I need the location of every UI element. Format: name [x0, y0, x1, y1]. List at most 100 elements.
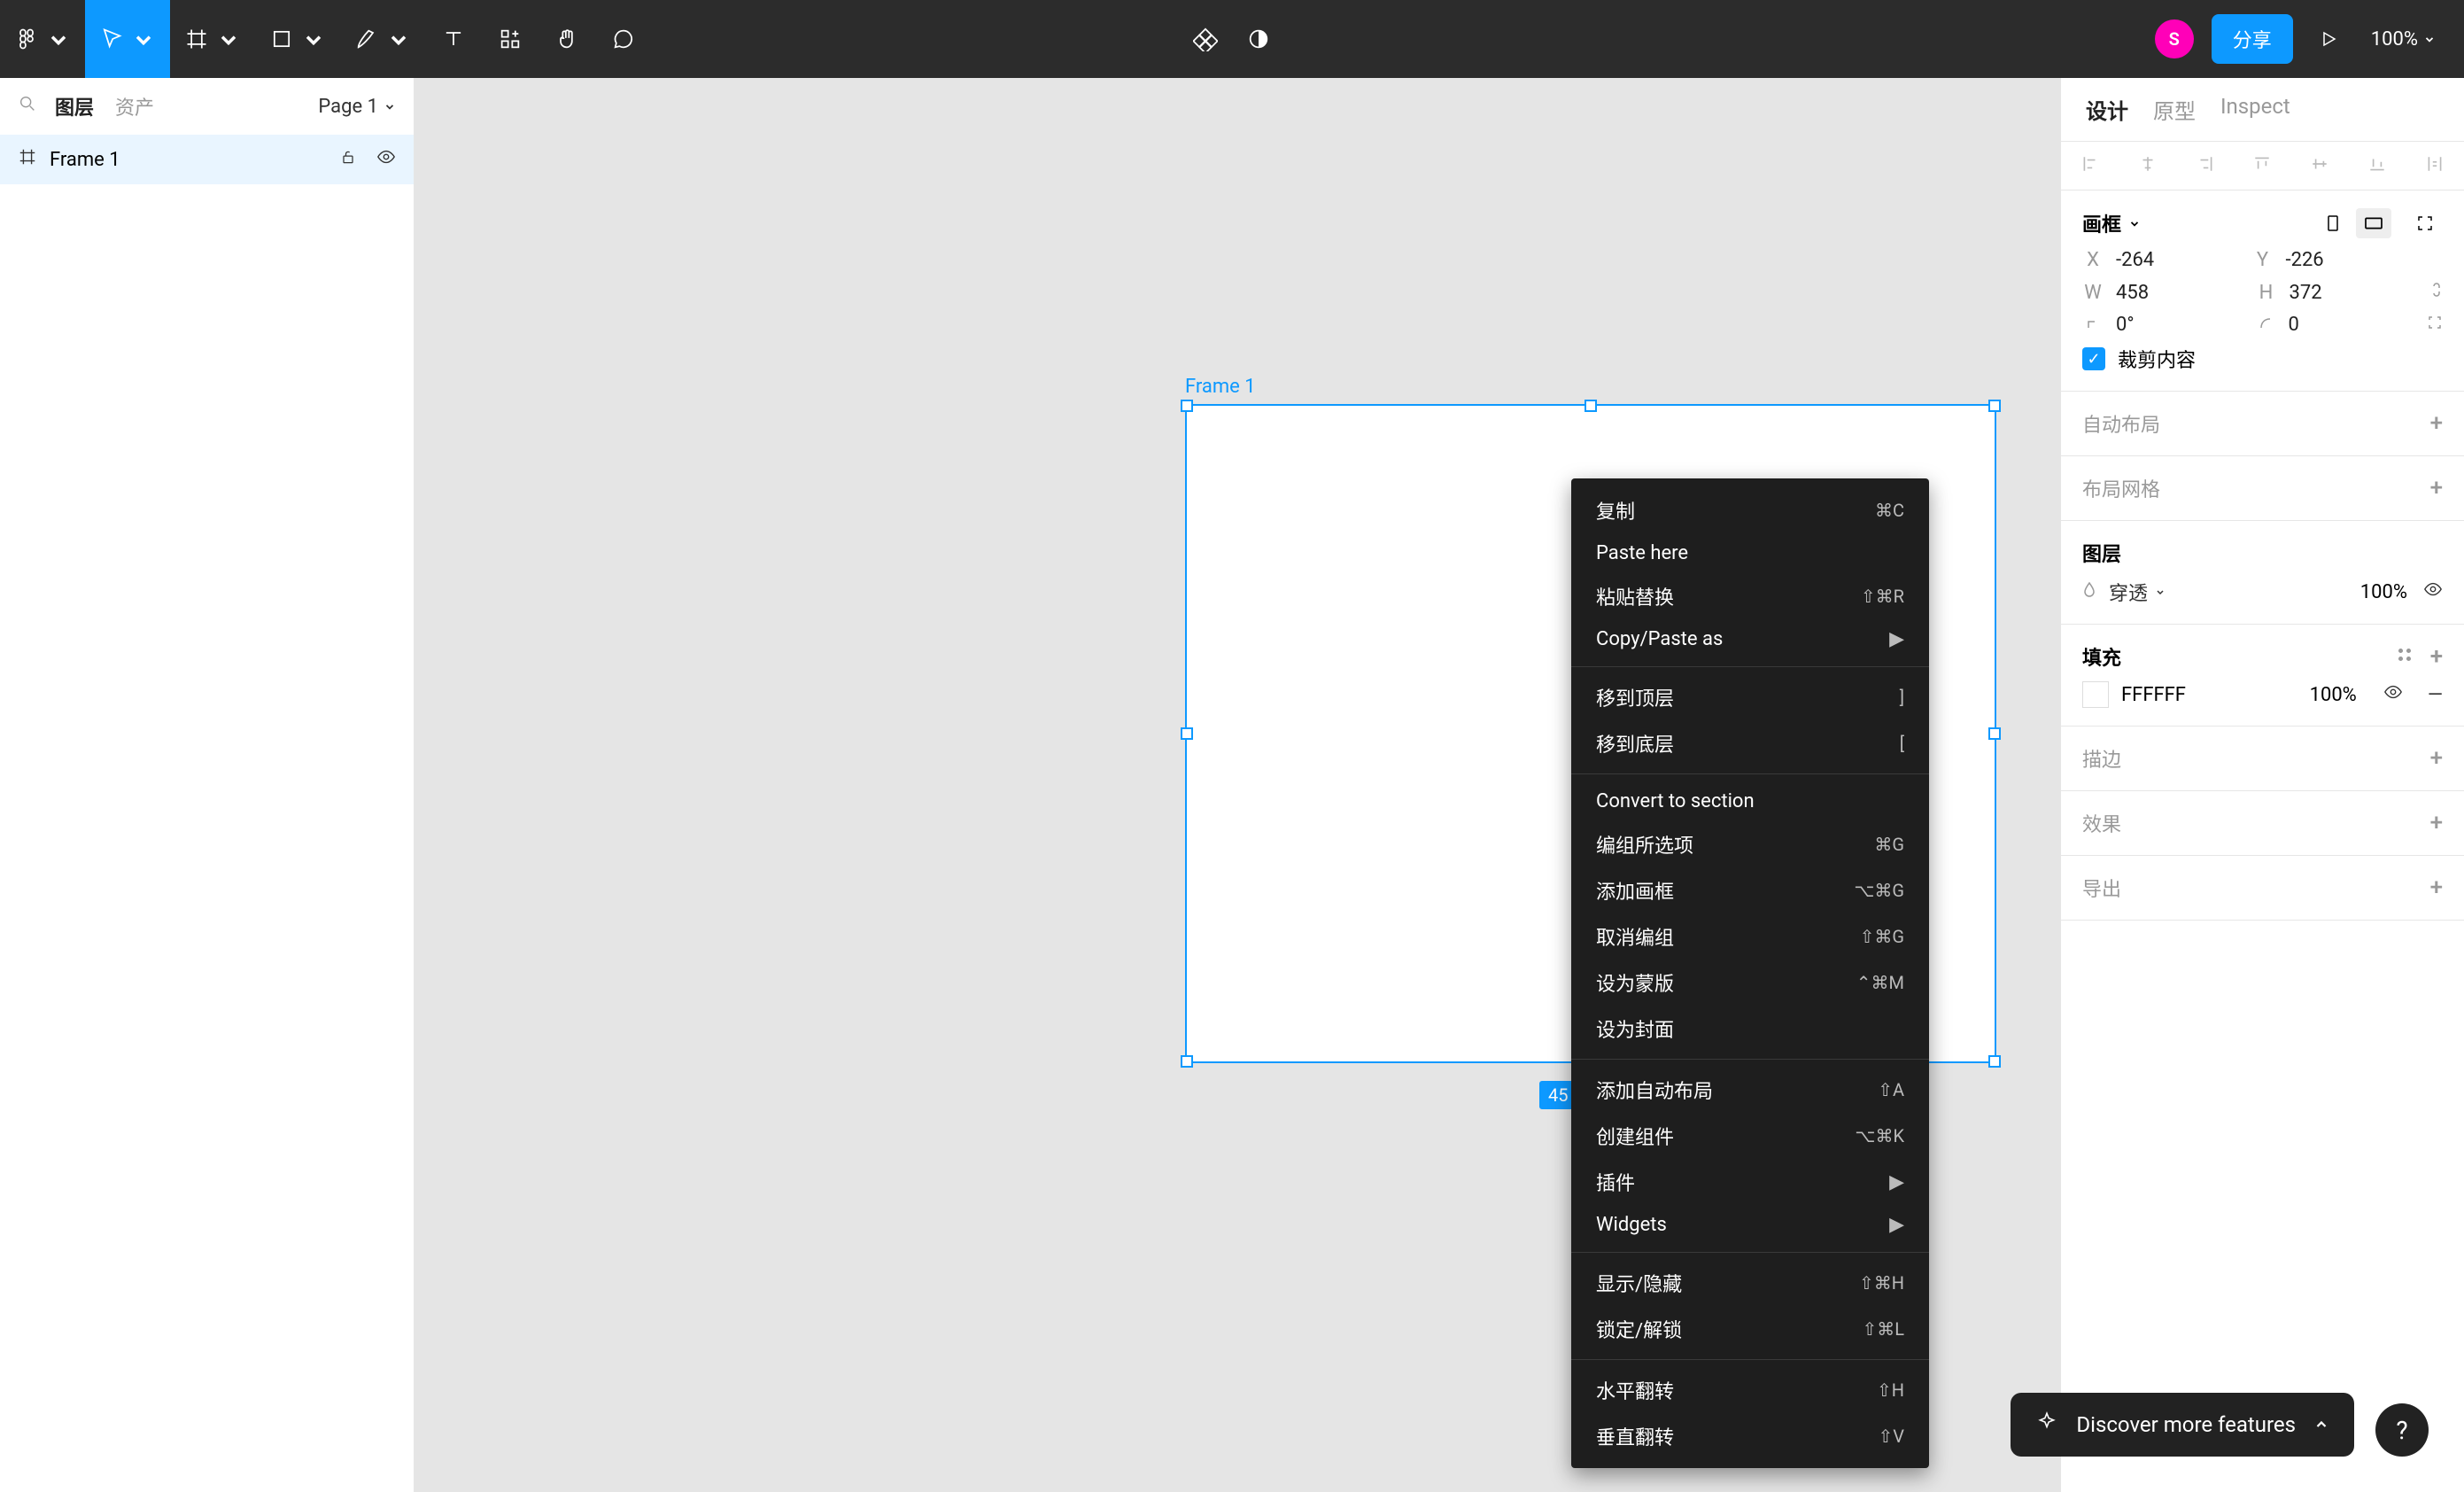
fill-visibility-icon[interactable]	[2383, 682, 2403, 707]
context-menu-item[interactable]: Convert to section	[1571, 781, 1929, 821]
context-menu-item[interactable]: 添加画框⌥⌘G	[1571, 867, 1929, 913]
text-tool-button[interactable]	[425, 0, 482, 78]
search-icon[interactable]	[18, 94, 37, 119]
layer-row[interactable]: Frame 1	[0, 135, 414, 184]
tab-prototype[interactable]: 原型	[2153, 94, 2196, 125]
context-menu-item[interactable]: 取消编组⇧⌘G	[1571, 913, 1929, 960]
context-menu-item[interactable]: 移到顶层]	[1571, 674, 1929, 720]
context-menu-item[interactable]: 水平翻转⇧H	[1571, 1367, 1929, 1413]
x-input[interactable]: -264	[2116, 249, 2154, 271]
move-tool-button[interactable]	[85, 0, 170, 78]
discover-banner[interactable]: Discover more features	[2011, 1393, 2354, 1457]
pen-tool-button[interactable]	[340, 0, 425, 78]
tab-assets[interactable]: 资产	[115, 92, 154, 120]
blend-mode-dropdown[interactable]: 穿透	[2109, 578, 2166, 606]
context-menu-item[interactable]: 显示/隐藏⇧⌘H	[1571, 1260, 1929, 1306]
align-right-icon[interactable]	[2196, 154, 2215, 177]
context-menu-item[interactable]: 添加自动布局⇧A	[1571, 1067, 1929, 1113]
context-menu-item[interactable]: Copy/Paste as ▶	[1571, 619, 1929, 659]
radius-input[interactable]: 0	[2289, 314, 2299, 336]
comment-tool-button[interactable]	[595, 0, 652, 78]
frame-label[interactable]: Frame 1	[1185, 376, 1256, 398]
main-menu-button[interactable]	[0, 0, 85, 78]
resources-tool-button[interactable]	[482, 0, 539, 78]
h-input[interactable]: 372	[2290, 282, 2322, 304]
fit-toggle[interactable]	[2407, 208, 2443, 238]
resize-handle[interactable]	[1181, 1055, 1193, 1068]
add-stroke-button[interactable]: +	[2430, 745, 2443, 772]
fill-opacity-input[interactable]: 100%	[2310, 684, 2357, 706]
resize-handle[interactable]	[1585, 400, 1597, 412]
context-menu-item[interactable]: 设为蒙版⌃⌘M	[1571, 960, 1929, 1006]
visibility-icon[interactable]	[376, 147, 396, 172]
multiplayer-icon[interactable]	[1189, 23, 1221, 55]
context-menu-label: Copy/Paste as	[1596, 628, 1723, 650]
canvas[interactable]: Frame 1 45 复制⌘CPaste here粘贴替换⇧⌘RCopy/Pas…	[415, 78, 2060, 1492]
frame-tool-button[interactable]	[170, 0, 255, 78]
context-menu-shortcut: ⇧V	[1879, 1426, 1905, 1447]
align-vcenter-icon[interactable]	[2310, 154, 2329, 177]
context-menu-label: 移到底层	[1596, 729, 1674, 758]
context-menu-item[interactable]: 锁定/解锁⇧⌘L	[1571, 1306, 1929, 1352]
y-input[interactable]: -226	[2286, 249, 2324, 271]
tab-inspect[interactable]: Inspect	[2220, 94, 2290, 125]
align-left-icon[interactable]	[2080, 154, 2100, 177]
tab-layers[interactable]: 图层	[55, 92, 94, 120]
context-menu-item[interactable]: 编组所选项⌘G	[1571, 821, 1929, 867]
hand-tool-button[interactable]	[539, 0, 595, 78]
add-export-button[interactable]: +	[2430, 874, 2443, 901]
resize-handle[interactable]	[1181, 727, 1193, 740]
present-button[interactable]	[2311, 21, 2346, 57]
add-fill-button[interactable]: +	[2430, 643, 2443, 670]
figma-logo-icon	[14, 27, 39, 51]
context-menu-item[interactable]: Widgets▶	[1571, 1205, 1929, 1245]
page-dropdown[interactable]: Page 1	[318, 96, 396, 118]
context-menu-item[interactable]: 粘贴替换⇧⌘R	[1571, 573, 1929, 619]
layer-opacity-input[interactable]: 100%	[2360, 581, 2407, 603]
context-menu-label: 移到顶层	[1596, 683, 1674, 711]
fill-hex-input[interactable]: FFFFFF	[2121, 684, 2297, 706]
avatar[interactable]: S	[2155, 19, 2194, 58]
context-menu-item[interactable]: 复制⌘C	[1571, 487, 1929, 533]
resize-handle[interactable]	[1988, 727, 2001, 740]
frame-section: 画框 X-264 Y-226 W458 H372 0° 0 ✓ 裁剪	[2061, 190, 2464, 392]
resize-handle[interactable]	[1181, 400, 1193, 412]
context-menu-item[interactable]: 垂直翻转⇧V	[1571, 1413, 1929, 1459]
align-hcenter-icon[interactable]	[2138, 154, 2158, 177]
context-menu-item[interactable]: 移到底层[	[1571, 720, 1929, 766]
remove-fill-button[interactable]: —	[2428, 684, 2443, 706]
rotation-input[interactable]: 0°	[2116, 314, 2135, 336]
lock-icon[interactable]	[339, 148, 357, 171]
visibility-icon[interactable]	[2423, 579, 2443, 604]
context-menu-label: 插件	[1596, 1168, 1635, 1196]
view-mode-icon[interactable]	[1243, 23, 1275, 55]
help-button[interactable]: ?	[2375, 1403, 2429, 1457]
add-effect-button[interactable]: +	[2430, 810, 2443, 836]
resize-handle[interactable]	[1988, 400, 2001, 412]
context-menu-item[interactable]: 创建组件⌥⌘K	[1571, 1113, 1929, 1159]
add-autolayout-button[interactable]: +	[2430, 410, 2443, 437]
distribute-icon[interactable]	[2425, 154, 2445, 177]
clip-checkbox[interactable]: ✓	[2082, 347, 2105, 370]
context-menu-item[interactable]: Paste here	[1571, 533, 1929, 573]
add-grid-button[interactable]: +	[2430, 475, 2443, 501]
context-menu-item[interactable]: 设为封面	[1571, 1006, 1929, 1052]
submenu-arrow-icon: ▶	[1889, 628, 1904, 650]
w-input[interactable]: 458	[2116, 282, 2149, 304]
align-bottom-icon[interactable]	[2367, 154, 2387, 177]
tab-design[interactable]: 设计	[2086, 94, 2128, 125]
fill-swatch[interactable]	[2082, 681, 2109, 708]
portrait-toggle[interactable]	[2315, 208, 2351, 238]
landscape-toggle[interactable]	[2356, 208, 2391, 238]
text-icon	[441, 27, 466, 51]
resize-handle[interactable]	[1988, 1055, 2001, 1068]
style-picker-icon[interactable]	[2397, 646, 2413, 668]
zoom-dropdown[interactable]: 100%	[2364, 28, 2443, 51]
context-menu-item[interactable]: 插件▶	[1571, 1159, 1929, 1205]
independent-corners-icon[interactable]	[2427, 314, 2443, 336]
link-wh-icon[interactable]	[2429, 280, 2443, 305]
shape-tool-button[interactable]	[255, 0, 340, 78]
chevron-down-icon[interactable]	[2128, 217, 2141, 229]
share-button[interactable]: 分享	[2212, 14, 2293, 64]
align-top-icon[interactable]	[2252, 154, 2272, 177]
